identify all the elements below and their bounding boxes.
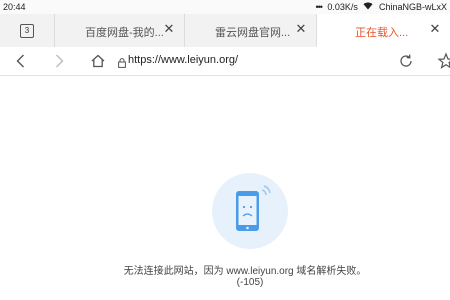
network-name: ChinaNGB-wLxX [378, 2, 447, 12]
url-field[interactable]: https://www.leiyun.org/ [128, 54, 238, 66]
close-icon[interactable]: ✕ [294, 22, 308, 36]
refresh-icon[interactable] [397, 52, 415, 70]
status-indicators: ••• 0.03K/s ChinaNGB-wLxX [315, 2, 450, 12]
clock: 20:44 [3, 2, 26, 12]
tab-count-button[interactable]: 3 [20, 24, 34, 38]
address-bar: https://www.leiyun.org/ [0, 47, 450, 76]
close-icon[interactable]: ✕ [162, 22, 176, 36]
forward-icon[interactable] [50, 52, 68, 70]
tab-strip: 3 百度网盘-我的... ✕ 雷云网盘官网... ✕ 正在载入... ✕ [0, 14, 450, 48]
tab-title: 雷云网盘官网... [215, 27, 291, 39]
error-code: (-105) [236, 277, 264, 288]
signal-dots: ••• [315, 2, 323, 12]
close-icon[interactable]: ✕ [428, 22, 442, 36]
error-message: 无法连接此网站，因为 www.leiyun.org 域名解析失败。 [123, 266, 367, 277]
phone-sad-icon [212, 173, 288, 249]
status-bar: 20:44 ••• 0.03K/s ChinaNGB-wLxX [0, 0, 450, 14]
tab-title: 百度网盘-我的... [85, 27, 164, 39]
tab-title: 正在载入... [355, 27, 409, 39]
lock-icon [118, 55, 126, 73]
home-icon[interactable] [89, 52, 107, 70]
back-icon[interactable] [12, 52, 30, 70]
tab-leiyun-official[interactable]: 雷云网盘官网... ✕ [184, 14, 316, 47]
wifi-icon [363, 2, 376, 12]
network-speed: 0.03K/s [327, 2, 358, 12]
bookmark-star-icon[interactable] [437, 52, 450, 70]
tab-loading-active[interactable]: 正在载入... ✕ [316, 14, 450, 47]
tab-baidu-pan[interactable]: 百度网盘-我的... ✕ [54, 14, 184, 47]
